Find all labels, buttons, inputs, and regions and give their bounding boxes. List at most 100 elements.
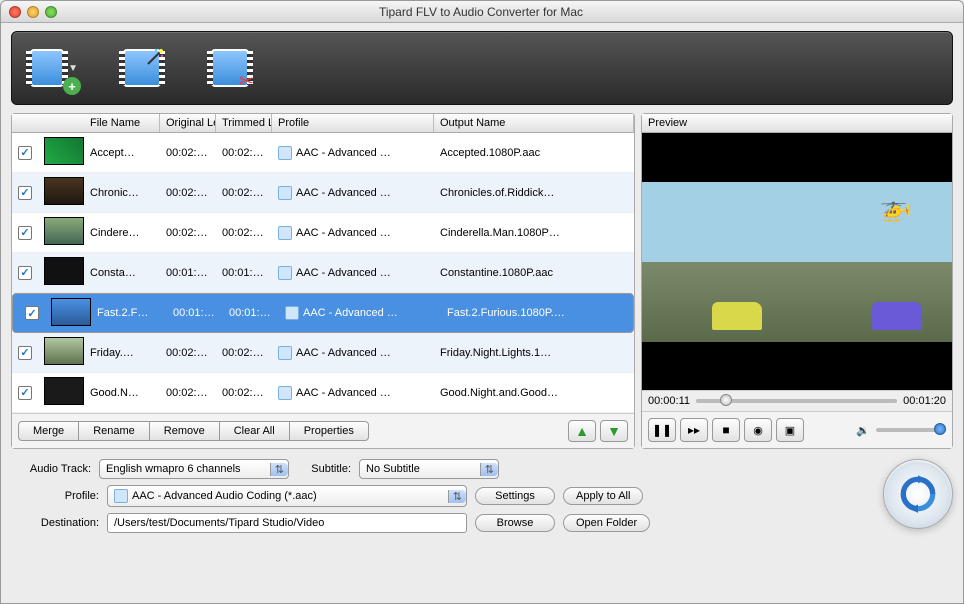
cell-output: Friday.Night.Lights.1… (434, 347, 634, 359)
cell-output: Accepted.1080P.aac (434, 147, 634, 159)
cell-original: 00:02:… (160, 227, 216, 239)
clear-all-button[interactable]: Clear All (220, 421, 290, 441)
table-row[interactable]: ✓Friday.…00:02:…00:02:…AAC - Advanced …F… (12, 333, 634, 373)
preview-video[interactable]: 🚁 (642, 133, 952, 390)
output-form: Audio Track: English wmapro 6 channels⇅ … (11, 459, 873, 533)
cell-profile: AAC - Advanced … (272, 346, 434, 360)
cell-trimmed: 00:02:… (216, 347, 272, 359)
merge-button[interactable]: Merge (18, 421, 79, 441)
table-row[interactable]: ✓Accept…00:02:…00:02:…AAC - Advanced …Ac… (12, 133, 634, 173)
row-checkbox[interactable]: ✓ (18, 346, 32, 360)
cell-output: Good.Night.and.Good… (434, 387, 634, 399)
cell-filename: Cindere… (84, 227, 160, 239)
trim-button[interactable]: ✂ (206, 44, 254, 92)
volume-slider[interactable] (876, 428, 946, 432)
convert-button[interactable] (883, 459, 953, 529)
pause-button[interactable]: ❚❚ (648, 418, 676, 442)
stop-button[interactable]: ■ (712, 418, 740, 442)
thumbnail (44, 377, 84, 405)
move-down-button[interactable]: ▼ (600, 420, 628, 442)
row-checkbox[interactable]: ✓ (18, 226, 32, 240)
cell-profile: AAC - Advanced … (272, 226, 434, 240)
cell-output: Chronicles.of.Riddick… (434, 187, 634, 199)
cell-filename: Accept… (84, 147, 160, 159)
audio-track-select[interactable]: English wmapro 6 channels⇅ (99, 459, 289, 479)
col-trimmed[interactable]: Trimmed L (216, 114, 272, 132)
convert-icon (897, 473, 939, 515)
cell-profile: AAC - Advanced … (279, 306, 441, 320)
row-checkbox[interactable]: ✓ (18, 266, 32, 280)
list-toolbar: Merge Rename Remove Clear All Properties… (12, 413, 634, 448)
cell-original: 00:01:… (167, 307, 223, 319)
row-checkbox[interactable]: ✓ (18, 146, 32, 160)
col-filename[interactable]: File Name (84, 114, 160, 132)
table-row[interactable]: ✓Fast.2.F…00:01:…00:01:…AAC - Advanced …… (12, 293, 634, 333)
cell-original: 00:01:… (160, 267, 216, 279)
list-header: File Name Original Le Trimmed L Profile … (12, 114, 634, 133)
file-list: File Name Original Le Trimmed L Profile … (11, 113, 635, 449)
cell-filename: Friday.… (84, 347, 160, 359)
app-window: Tipard FLV to Audio Converter for Mac +▼… (0, 0, 964, 604)
apply-all-button[interactable]: Apply to All (563, 487, 643, 505)
next-frame-button[interactable]: ▸▸ (680, 418, 708, 442)
preview-pane: Preview 🚁 00:00:11 00:01:20 ❚❚ ▸▸ ■ ◉ ▣ … (641, 113, 953, 449)
cell-profile: AAC - Advanced … (272, 386, 434, 400)
profile-select[interactable]: AAC - Advanced Audio Coding (*.aac)⇅ (107, 485, 467, 507)
window-title: Tipard FLV to Audio Converter for Mac (7, 5, 955, 19)
settings-button[interactable]: Settings (475, 487, 555, 505)
browse-button[interactable]: Browse (475, 514, 555, 532)
row-checkbox[interactable]: ✓ (18, 186, 32, 200)
table-row[interactable]: ✓Consta…00:01:…00:01:…AAC - Advanced …Co… (12, 253, 634, 293)
thumbnail (44, 217, 84, 245)
cell-original: 00:02:… (160, 187, 216, 199)
thumbnail (44, 257, 84, 285)
destination-input[interactable]: /Users/test/Documents/Tipard Studio/Vide… (107, 513, 467, 533)
camera-icon: ◉ (753, 424, 763, 437)
cell-output: Constantine.1080P.aac (434, 267, 634, 279)
add-file-button[interactable]: +▼ (30, 44, 78, 92)
cell-original: 00:02:… (160, 147, 216, 159)
cell-output: Fast.2.Furious.1080P.… (441, 307, 627, 319)
total-time: 00:01:20 (903, 395, 946, 407)
subtitle-label: Subtitle: (297, 463, 351, 475)
volume-icon: 🔉 (856, 424, 870, 437)
subtitle-select[interactable]: No Subtitle⇅ (359, 459, 499, 479)
table-row[interactable]: ✓Cindere…00:02:…00:02:…AAC - Advanced …C… (12, 213, 634, 253)
main-toolbar: +▼ ✂ (11, 31, 953, 105)
cell-original: 00:02:… (160, 387, 216, 399)
effect-button[interactable] (118, 44, 166, 92)
cell-filename: Good.N… (84, 387, 160, 399)
rename-button[interactable]: Rename (79, 421, 150, 441)
snapshot-button[interactable]: ◉ (744, 418, 772, 442)
open-snapshot-folder-button[interactable]: ▣ (776, 418, 804, 442)
open-folder-button[interactable]: Open Folder (563, 514, 650, 532)
cell-filename: Chronic… (84, 187, 160, 199)
titlebar: Tipard FLV to Audio Converter for Mac (1, 1, 963, 23)
time-bar: 00:00:11 00:01:20 (642, 390, 952, 411)
thumbnail (44, 177, 84, 205)
cell-output: Cinderella.Man.1080P… (434, 227, 634, 239)
table-row[interactable]: ✓Chronic…00:02:…00:02:…AAC - Advanced …C… (12, 173, 634, 213)
row-checkbox[interactable]: ✓ (18, 386, 32, 400)
cell-profile: AAC - Advanced … (272, 266, 434, 280)
seek-slider[interactable] (696, 399, 897, 403)
audio-track-label: Audio Track: (11, 463, 91, 475)
current-time: 00:00:11 (648, 395, 690, 407)
cell-filename: Consta… (84, 267, 160, 279)
col-original[interactable]: Original Le (160, 114, 216, 132)
move-up-button[interactable]: ▲ (568, 420, 596, 442)
col-profile[interactable]: Profile (272, 114, 434, 132)
cell-trimmed: 00:01:… (216, 267, 272, 279)
remove-button[interactable]: Remove (150, 421, 220, 441)
thumbnail (51, 298, 91, 326)
profile-label: Profile: (11, 490, 99, 502)
scissors-icon: ✂ (239, 71, 254, 92)
playback-controls: ❚❚ ▸▸ ■ ◉ ▣ 🔉 (642, 411, 952, 448)
properties-button[interactable]: Properties (290, 421, 369, 441)
cell-original: 00:02:… (160, 347, 216, 359)
cell-trimmed: 00:02:… (216, 387, 272, 399)
cell-trimmed: 00:01:… (223, 307, 279, 319)
row-checkbox[interactable]: ✓ (25, 306, 39, 320)
col-output[interactable]: Output Name (434, 114, 634, 132)
table-row[interactable]: ✓Good.N…00:02:…00:02:…AAC - Advanced …Go… (12, 373, 634, 413)
